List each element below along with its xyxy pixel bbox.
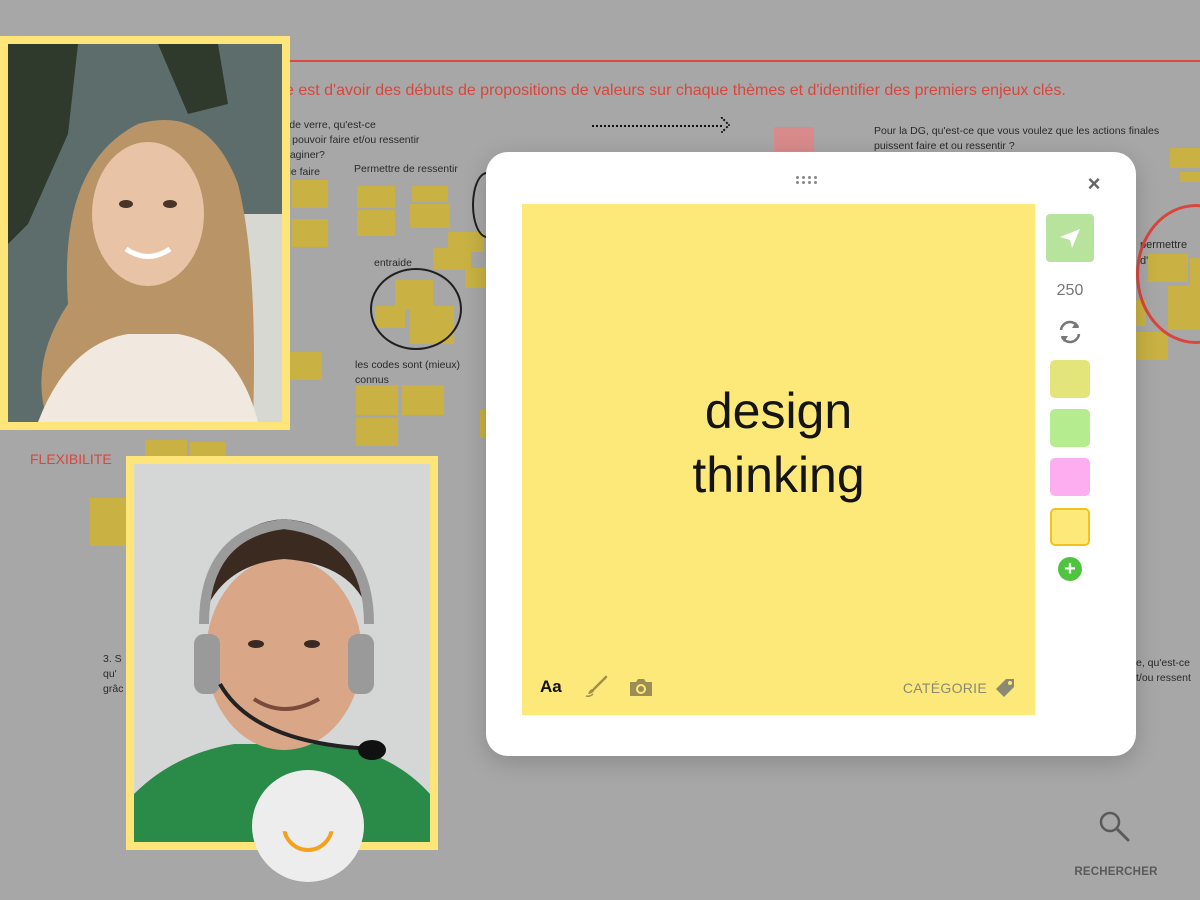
color-swatch-lime[interactable] [1050, 360, 1090, 398]
sticky-note-canvas[interactable]: design thinking Aa CATÉGORIE [522, 204, 1035, 715]
add-color-button[interactable]: + [1058, 557, 1082, 581]
board-flexibilite: FLEXIBILITE [30, 451, 112, 467]
category-button[interactable]: CATÉGORIE [903, 676, 1017, 700]
video-participant-1[interactable] [0, 36, 290, 430]
board-sticky-note[interactable] [357, 210, 395, 236]
board-sticky-note[interactable] [292, 180, 328, 208]
close-icon[interactable]: × [1084, 173, 1104, 195]
board-codes: les codes sont (mieux) connus [355, 359, 461, 387]
participant-1-portrait [8, 44, 282, 422]
drag-handle-icon[interactable] [796, 176, 822, 186]
board-sticky-note[interactable] [1180, 172, 1200, 182]
board-sticky-note[interactable] [1170, 148, 1200, 168]
board-sticky-note[interactable] [356, 385, 398, 415]
board-heading: e est d'avoir des débuts de propositions… [285, 82, 1066, 99]
board-sticky-note[interactable] [90, 498, 128, 546]
search-label[interactable]: RECHERCHER [1066, 866, 1166, 878]
board-sticky-note[interactable] [410, 204, 450, 228]
color-swatch-pink[interactable] [1050, 458, 1090, 496]
board-sticky-note[interactable] [465, 268, 487, 288]
color-swatch-green[interactable] [1050, 409, 1090, 447]
board-sticky-note[interactable] [1136, 332, 1168, 360]
category-label: CATÉGORIE [902, 680, 987, 696]
board-bottom-left: 3. S qu' grâc [103, 653, 124, 696]
send-icon [1060, 229, 1080, 248]
board-sticky-note[interactable] [356, 418, 398, 446]
board-sticky-note[interactable] [402, 385, 444, 415]
board-sticky-note[interactable] [286, 352, 322, 380]
center-action-button[interactable] [252, 770, 364, 882]
board-left-question: l de verre, qu'est-ce it pouvoir faire e… [284, 119, 420, 162]
board-dg-question: Pour la DG, qu'est-ce que vous voulez qu… [874, 125, 1160, 153]
board-sticky-note[interactable] [412, 186, 448, 202]
board-sticky-note[interactable] [292, 219, 328, 247]
note-text[interactable]: design thinking [522, 379, 1035, 507]
brush-icon[interactable] [584, 674, 608, 698]
font-button[interactable]: Aa [540, 677, 562, 697]
board-bottom-right: e, qu'est-ce t/ou ressent [1136, 657, 1191, 685]
board-divider [285, 60, 1200, 62]
send-button[interactable] [1046, 214, 1094, 262]
sticky-note-editor-modal: × design thinking Aa CATÉGORIE 250 + [486, 152, 1136, 756]
color-swatch-yellow[interactable] [1050, 508, 1090, 546]
dotted-arrow [592, 125, 722, 127]
board-permettre-ressentir: Permettre de ressentir [354, 163, 458, 175]
board-de-faire: de faire [285, 166, 321, 178]
tag-icon [996, 679, 1014, 697]
camera-icon[interactable] [628, 676, 654, 698]
board-circle [370, 268, 462, 350]
search-icon[interactable] [1098, 810, 1130, 842]
board-sticky-note[interactable] [774, 127, 814, 151]
board-sticky-note[interactable] [357, 186, 395, 208]
character-count: 250 [1056, 282, 1084, 299]
board-sticky-note[interactable] [433, 248, 471, 270]
refresh-icon[interactable] [1056, 318, 1084, 346]
action-ring-icon [282, 831, 334, 852]
